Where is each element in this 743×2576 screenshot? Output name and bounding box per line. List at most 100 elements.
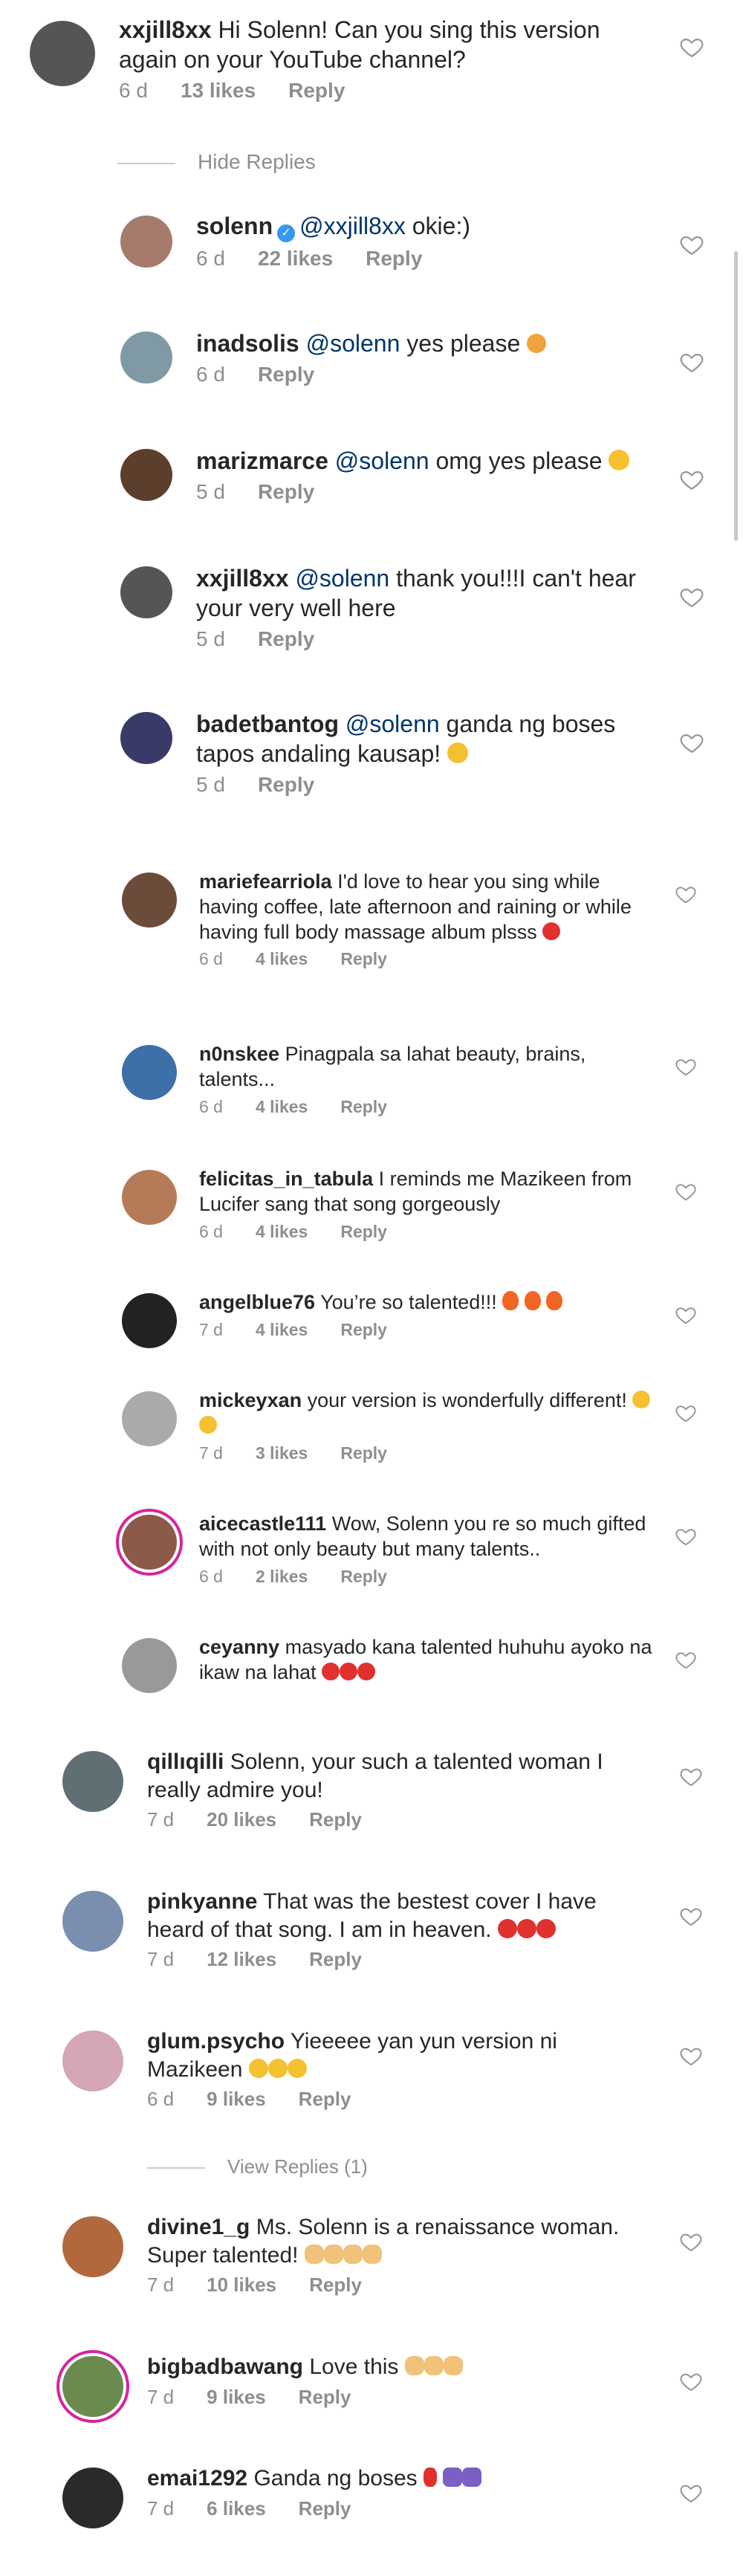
username[interactable]: pinkyanne xyxy=(147,1889,257,1914)
reply-button[interactable]: Reply xyxy=(309,1948,362,1970)
reply-button[interactable]: Reply xyxy=(258,480,314,503)
heart-icon[interactable] xyxy=(679,2481,703,2505)
username[interactable]: felicitas_in_tabula xyxy=(199,1168,373,1190)
reply-button[interactable]: Reply xyxy=(366,247,422,270)
reply-button[interactable]: Reply xyxy=(340,949,387,968)
heart-icon[interactable] xyxy=(679,467,704,492)
reply-button[interactable]: Reply xyxy=(340,1443,387,1463)
username[interactable]: n0nskee xyxy=(199,1043,279,1065)
avatar[interactable] xyxy=(122,1045,177,1100)
heart-icon[interactable] xyxy=(675,1402,697,1424)
username[interactable]: marizmarce xyxy=(196,447,328,474)
avatar[interactable] xyxy=(62,2356,123,2417)
comment-body: xxjill8xx Hi Solenn! Can you sing this v… xyxy=(119,15,654,103)
avatar[interactable] xyxy=(122,1170,177,1225)
avatar[interactable] xyxy=(120,449,172,501)
hide-replies-toggle[interactable]: Hide Replies xyxy=(117,150,316,174)
heart-icon[interactable] xyxy=(675,1648,697,1671)
heart-icon[interactable] xyxy=(675,1304,697,1326)
like-count[interactable]: 13 likes xyxy=(181,79,256,102)
heart-icon[interactable] xyxy=(679,1764,703,1788)
username[interactable]: bigbadbawang xyxy=(147,2355,303,2379)
avatar[interactable] xyxy=(62,1751,123,1812)
avatar[interactable] xyxy=(120,331,172,384)
username[interactable]: inadsolis xyxy=(196,330,299,357)
heart-icon[interactable] xyxy=(675,883,697,905)
avatar[interactable] xyxy=(120,216,172,268)
music-notes-emoji-icon xyxy=(443,2467,463,2487)
like-count[interactable]: 10 likes xyxy=(207,2274,276,2296)
mention[interactable]: @xxjill8xx xyxy=(299,213,406,239)
username[interactable]: divine1_g xyxy=(147,2215,250,2239)
like-count[interactable]: 9 likes xyxy=(207,2088,266,2110)
reply-button[interactable]: Reply xyxy=(299,2497,351,2520)
username[interactable]: xxjill8xx xyxy=(196,565,289,592)
avatar[interactable] xyxy=(120,566,172,618)
username[interactable]: emai1292 xyxy=(147,2466,247,2491)
mention[interactable]: @solenn xyxy=(335,447,429,474)
like-count[interactable]: 4 likes xyxy=(256,1222,308,1241)
heart-icon[interactable] xyxy=(679,730,704,755)
timestamp: 7 d xyxy=(147,2274,175,2296)
heart-icon[interactable] xyxy=(679,2369,703,2393)
heart-icon[interactable] xyxy=(679,2230,703,2253)
like-count[interactable]: 4 likes xyxy=(256,1097,308,1116)
like-count[interactable]: 4 likes xyxy=(256,1320,308,1339)
avatar[interactable] xyxy=(62,2030,123,2091)
avatar[interactable] xyxy=(122,1391,177,1446)
heart-icon[interactable] xyxy=(675,1055,697,1078)
username[interactable]: angelblue76 xyxy=(199,1291,315,1313)
heart-icon[interactable] xyxy=(679,1904,703,1928)
like-count[interactable]: 4 likes xyxy=(256,949,308,968)
reply-button[interactable]: Reply xyxy=(340,1320,387,1339)
avatar[interactable] xyxy=(122,1638,177,1693)
reply-button[interactable]: Reply xyxy=(299,2386,351,2408)
reply-button[interactable]: Reply xyxy=(299,2088,351,2110)
mention[interactable]: @solenn xyxy=(295,565,389,592)
username[interactable]: mariefearriola xyxy=(199,870,332,893)
username[interactable]: ceyanny xyxy=(199,1636,279,1658)
like-count[interactable]: 20 likes xyxy=(207,1808,276,1831)
username[interactable]: qillıqilli xyxy=(147,1750,224,1774)
username[interactable]: aicecastle111 xyxy=(199,1512,326,1535)
heart-icon[interactable] xyxy=(675,1180,697,1203)
avatar[interactable] xyxy=(122,1515,177,1570)
heart-icon[interactable] xyxy=(675,1525,697,1547)
avatar[interactable] xyxy=(62,1891,123,1952)
reply-button[interactable]: Reply xyxy=(340,1567,387,1586)
avatar[interactable] xyxy=(120,712,172,764)
mention[interactable]: @solenn xyxy=(345,711,440,737)
like-count[interactable]: 22 likes xyxy=(258,247,333,270)
avatar[interactable] xyxy=(122,1293,177,1348)
heart-icon[interactable] xyxy=(679,232,704,257)
username[interactable]: mickeyxan xyxy=(199,1389,302,1411)
mention[interactable]: @solenn xyxy=(306,330,400,357)
username[interactable]: glum.psycho xyxy=(147,2029,285,2054)
like-count[interactable]: 6 likes xyxy=(207,2497,266,2520)
scrollbar[interactable] xyxy=(734,251,738,541)
like-count[interactable]: 3 likes xyxy=(256,1443,308,1463)
reply-button[interactable]: Reply xyxy=(309,2274,362,2296)
username[interactable]: xxjill8xx xyxy=(119,16,212,43)
avatar[interactable] xyxy=(62,2216,123,2277)
reply-button[interactable]: Reply xyxy=(258,773,314,796)
like-count[interactable]: 9 likes xyxy=(207,2386,266,2408)
heart-icon[interactable] xyxy=(679,34,704,59)
like-count[interactable]: 2 likes xyxy=(256,1567,308,1586)
username[interactable]: badetbantog xyxy=(196,711,339,737)
reply-button[interactable]: Reply xyxy=(288,79,345,102)
username[interactable]: solenn xyxy=(196,213,273,239)
avatar[interactable] xyxy=(30,21,95,86)
heart-icon[interactable] xyxy=(679,584,704,609)
view-replies-toggle[interactable]: View Replies (1) xyxy=(147,2155,368,2178)
reply-button[interactable]: Reply xyxy=(258,627,314,650)
reply-button[interactable]: Reply xyxy=(340,1097,387,1116)
reply-button[interactable]: Reply xyxy=(258,363,314,386)
heart-icon[interactable] xyxy=(679,2044,703,2068)
reply-button[interactable]: Reply xyxy=(340,1222,387,1241)
reply-button[interactable]: Reply xyxy=(309,1808,362,1831)
avatar[interactable] xyxy=(62,2467,123,2528)
like-count[interactable]: 12 likes xyxy=(207,1948,276,1970)
avatar[interactable] xyxy=(122,873,177,928)
heart-icon[interactable] xyxy=(679,349,704,375)
